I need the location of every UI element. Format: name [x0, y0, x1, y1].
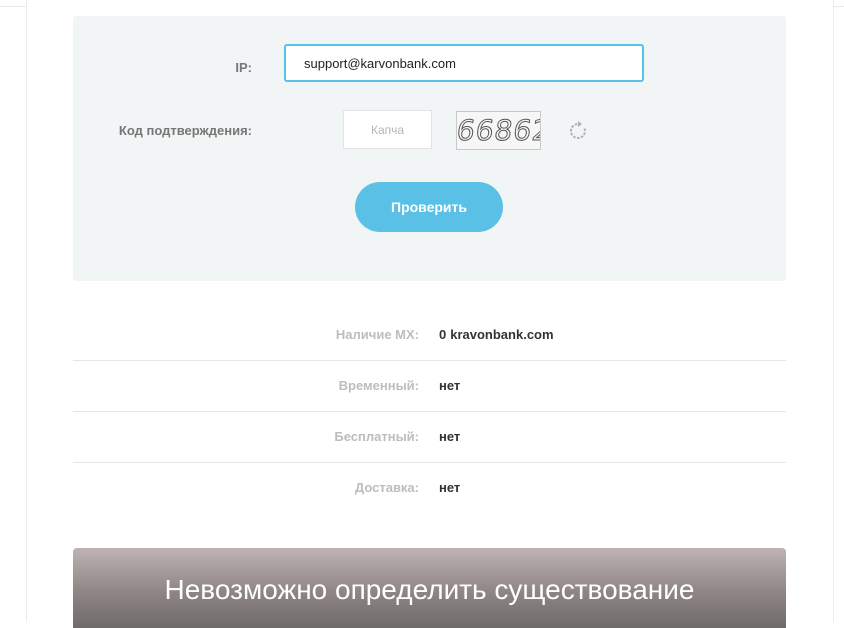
status-title: Невозможно определить существование — [164, 574, 695, 605]
result-row-mx: Наличие MX: 0 kravonbank.com — [73, 310, 786, 361]
results-list: Наличие MX: 0 kravonbank.com Временный: н… — [73, 310, 786, 513]
check-button[interactable]: Проверить — [355, 182, 503, 232]
result-row-temporary: Временный: нет — [73, 361, 786, 412]
result-value: нет — [439, 429, 461, 444]
captcha-image: 66862 — [456, 111, 541, 150]
status-banner: Невозможно определить существование — [73, 548, 786, 628]
captcha-text: 66862 — [456, 114, 541, 148]
result-label: Бесплатный: — [334, 429, 419, 444]
mx-domain: kravonbank.com — [450, 327, 554, 342]
refresh-icon[interactable] — [566, 119, 590, 143]
result-row-free: Бесплатный: нет — [73, 412, 786, 463]
result-value: 0 kravonbank.com — [439, 327, 554, 342]
mx-count: 0 — [439, 327, 447, 342]
confirmation-code-label: Код подтверждения: — [118, 123, 252, 138]
check-form-panel: IP: Код подтверждения: 66862 Проверить — [73, 16, 786, 281]
result-value: нет — [439, 378, 461, 393]
result-row-delivery: Доставка: нет — [73, 463, 786, 513]
result-label: Наличие MX: — [335, 327, 419, 342]
ip-input[interactable] — [284, 44, 644, 82]
ip-label: IP: — [235, 60, 252, 75]
result-label: Временный: — [338, 378, 419, 393]
captcha-input[interactable] — [343, 110, 432, 149]
result-value: нет — [439, 480, 461, 495]
result-label: Доставка: — [354, 480, 419, 495]
